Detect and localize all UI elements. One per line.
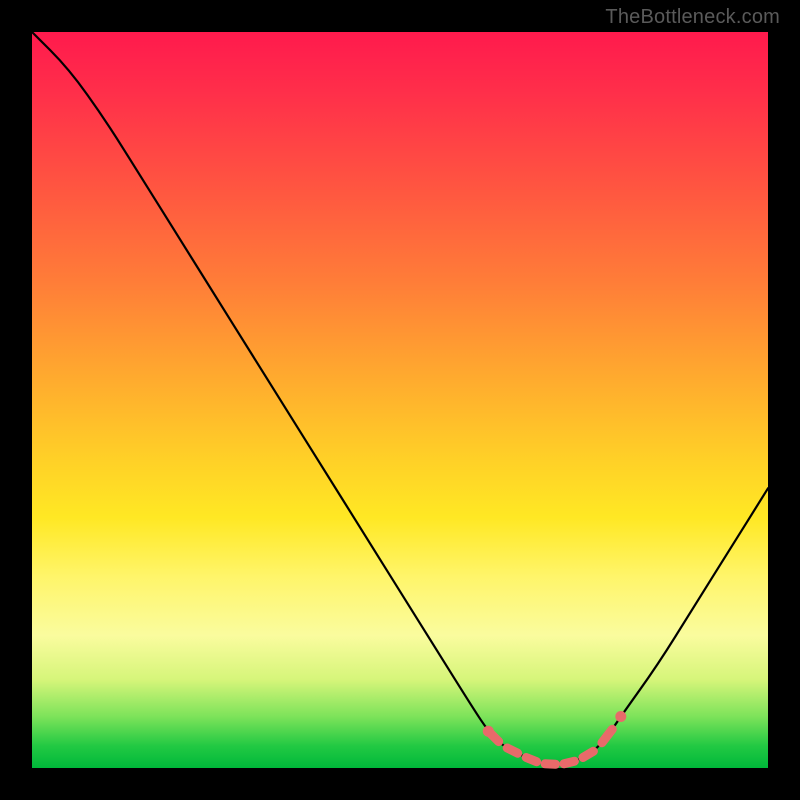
- minimum-dash: [602, 729, 612, 743]
- watermark-text: TheBottleneck.com: [605, 6, 780, 29]
- minimum-dash: [545, 764, 555, 765]
- chart-frame: TheBottleneck.com: [0, 0, 800, 800]
- minimum-dash: [526, 758, 536, 762]
- plot-area: [32, 32, 768, 768]
- bottleneck-curve: [32, 32, 768, 764]
- minimum-dash: [564, 761, 574, 764]
- minimum-dash: [488, 731, 498, 741]
- minimum-markers: [483, 711, 627, 764]
- minimum-end-dot: [615, 711, 626, 722]
- minimum-dash: [507, 748, 518, 753]
- minimum-dash: [583, 751, 594, 757]
- chart-overlay: [32, 32, 768, 768]
